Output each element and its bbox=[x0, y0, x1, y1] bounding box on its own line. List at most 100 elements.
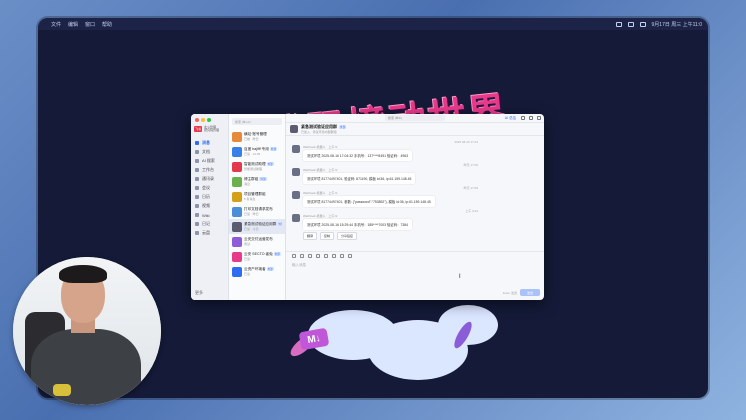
org-brand[interactable]: 飞书 北斗管理 研究院管理 bbox=[191, 125, 228, 133]
nav-item-7[interactable]: 视频 bbox=[191, 202, 228, 211]
nav-item-1[interactable]: 文档 bbox=[191, 148, 228, 157]
conversation-name: 云资产环境者 bbox=[244, 267, 266, 271]
conversation-item[interactable]: 横站·账号管理 已被 · 昨日 bbox=[229, 129, 285, 144]
message-timestamp: 上午 9:24 bbox=[465, 209, 478, 213]
conversation-avatar bbox=[232, 236, 242, 247]
control-center-icon[interactable] bbox=[639, 21, 646, 27]
nav-item-10[interactable]: 云盘 bbox=[191, 229, 228, 238]
nav-label: 日历 bbox=[202, 194, 210, 200]
zoom-window-button[interactable] bbox=[207, 118, 211, 122]
nav-item-3[interactable]: 工作台 bbox=[191, 166, 228, 175]
message-bubble[interactable]: 测试环境 81774497401, 参数: {"password":"75389… bbox=[303, 196, 435, 207]
message-bubble[interactable]: 测试环境 2025-08-16 15:29:44 手机号：185****7003… bbox=[303, 219, 413, 230]
nav-item-6[interactable]: 日历 bbox=[191, 193, 228, 202]
bot-avatar[interactable] bbox=[292, 191, 300, 199]
conversation-item[interactable]: 云安交付运营发布 测试 bbox=[229, 234, 285, 249]
conversation-preview: 已读 · 昨日 bbox=[244, 212, 259, 216]
conversation-name: 横站·账号管理 bbox=[244, 132, 267, 136]
bot-avatar[interactable] bbox=[292, 214, 300, 222]
menubar-clock[interactable]: 9月17日 周三 上午11:0 bbox=[652, 21, 702, 28]
close-window-button[interactable] bbox=[195, 118, 199, 122]
nav-label: 日记 bbox=[202, 221, 210, 227]
conversation-preview: 测试 bbox=[244, 242, 251, 246]
person-torso bbox=[31, 329, 141, 405]
quick-action-button[interactable]: 分享链接 bbox=[337, 232, 358, 240]
external-tag: 外部 bbox=[266, 267, 274, 271]
ai-summary-button[interactable]: AI 总结 bbox=[505, 116, 516, 121]
help-icon[interactable] bbox=[529, 116, 533, 120]
conversation-item[interactable]: 智能测试助理 外部 智能测试助理 bbox=[229, 159, 285, 174]
file-icon[interactable] bbox=[324, 254, 328, 258]
nav-icon bbox=[195, 222, 199, 227]
wifi-icon[interactable] bbox=[627, 21, 634, 27]
bot-avatar[interactable] bbox=[292, 145, 300, 153]
screenshot-icon[interactable] bbox=[332, 254, 336, 258]
conversation-name: 打印文档请求发布 bbox=[244, 207, 273, 211]
chat-header: 紧急测试验证应用群 外部 已加入 · 测试环境内部群组 bbox=[286, 123, 544, 136]
conversation-avatar bbox=[232, 221, 242, 232]
nav-item-9[interactable]: 日记 bbox=[191, 220, 228, 229]
message-meta: 上午 9: bbox=[328, 168, 338, 172]
shirt-logo bbox=[53, 384, 71, 396]
window-icon[interactable] bbox=[521, 116, 525, 120]
conversation-item[interactable]: 云资产环境者 外部 已读 bbox=[229, 264, 285, 279]
nav-item-2[interactable]: AI 搜索 bbox=[191, 157, 228, 166]
global-search-input[interactable]: 搜索 (⌘K) bbox=[385, 115, 445, 121]
conversation-name: 紧急测试验证应用群 bbox=[244, 222, 277, 226]
menu-window[interactable]: 窗口 bbox=[85, 21, 95, 28]
message-sender: Webhook 机器人 bbox=[303, 145, 326, 149]
conversation-name: 博主群组 bbox=[244, 177, 259, 181]
minimize-window-button[interactable] bbox=[201, 118, 205, 122]
link-icon[interactable] bbox=[340, 254, 344, 258]
image-icon[interactable] bbox=[316, 254, 320, 258]
emoji-icon[interactable] bbox=[300, 254, 304, 258]
more-icon[interactable] bbox=[348, 254, 352, 258]
webcam-overlay bbox=[13, 257, 161, 405]
nav-more[interactable]: 更多 bbox=[195, 290, 203, 296]
message-input[interactable]: 输入消息 Enter 发送 发送 bbox=[286, 260, 544, 300]
menu-help[interactable]: 帮助 bbox=[102, 21, 112, 28]
group-avatar[interactable] bbox=[290, 125, 298, 133]
conversation-item[interactable]: 百度 hajifff 专用 外部 已读 · 12:33 bbox=[229, 144, 285, 159]
conversation-avatar bbox=[232, 176, 242, 187]
battery-icon[interactable] bbox=[615, 21, 622, 27]
conversation-name: 云安 SECTO 者免 bbox=[244, 252, 273, 256]
conversation-preview: 智能测试助理 bbox=[244, 167, 263, 171]
text-format-icon[interactable] bbox=[292, 254, 296, 258]
chat-topbar: 搜索 (⌘K) AI 总结 bbox=[286, 114, 544, 123]
menu-edit[interactable]: 编辑 bbox=[68, 21, 78, 28]
conversation-item[interactable]: 云安 SECTO 者免 外部 已读 bbox=[229, 249, 285, 264]
conversation-item[interactable]: 打印文档请求发布 已读 · 昨日 bbox=[229, 204, 285, 219]
nav-item-4[interactable]: 通讯录 bbox=[191, 175, 228, 184]
nav-label: 工作台 bbox=[202, 167, 214, 173]
quick-action-button[interactable]: 复制 bbox=[320, 232, 335, 240]
chat-subtitle: 已加入 · 测试环境内部群组 bbox=[301, 130, 337, 134]
conversation-list: 搜索 (⌘+K) 横站·账号管理 已被 · 昨日 百度 hajifff 专用 外部 已读… bbox=[229, 114, 286, 300]
conversation-search-input[interactable]: 搜索 (⌘+K) bbox=[232, 118, 282, 125]
nav-label: 消息 bbox=[202, 140, 210, 146]
add-icon[interactable] bbox=[537, 116, 541, 120]
conversation-item[interactable]: 博主群组 外部 消息 bbox=[229, 174, 285, 189]
bot-avatar[interactable] bbox=[292, 168, 300, 176]
message-bubble[interactable]: 测试环境 81774497401, 验证码: 871190, 模板 id:36,… bbox=[303, 173, 416, 184]
nav-icon bbox=[195, 141, 199, 146]
send-button[interactable]: 发送 bbox=[520, 289, 540, 296]
conversation-name: 智能测试助理 bbox=[244, 162, 266, 166]
menu-file[interactable]: 文件 bbox=[51, 21, 61, 28]
nav-label: 通讯录 bbox=[202, 176, 214, 182]
quick-action-button[interactable]: 翻译 bbox=[303, 232, 318, 240]
conversation-item[interactable]: 紧急测试验证应用群外部已读 · 今日 bbox=[229, 219, 285, 234]
app-nav-sidebar: 飞书 北斗管理 研究院管理 消息文档 AI 搜索 工作台通讯录会议 日历视频 Wiki 日… bbox=[191, 114, 229, 300]
nav-label: 云盘 bbox=[202, 230, 210, 236]
nav-icon bbox=[195, 168, 199, 173]
external-tag: 外部 bbox=[269, 147, 278, 151]
conversation-item[interactable]: 项目管理群组 5 条消息 bbox=[229, 189, 285, 204]
mention-icon[interactable] bbox=[308, 254, 312, 258]
conversation-preview: 已被 · 昨日 bbox=[244, 137, 259, 141]
message-bubble[interactable]: 测试环境 2025-08-16 17:04:32 手机号：137****8491… bbox=[303, 150, 413, 161]
nav-item-8[interactable]: Wiki bbox=[191, 211, 228, 220]
nav-item-5[interactable]: 会议 bbox=[191, 184, 228, 193]
brand-sub: 研究院管理 bbox=[204, 128, 220, 133]
nav-item-0[interactable]: 消息 bbox=[191, 139, 228, 148]
conversation-avatar bbox=[232, 191, 242, 202]
